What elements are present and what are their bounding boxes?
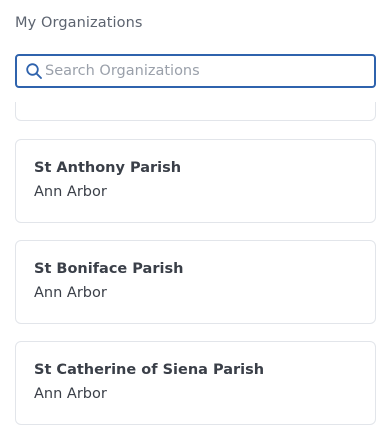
organization-card[interactable]: St Anthony Parish Ann Arbor bbox=[15, 139, 376, 223]
organization-name: St Boniface Parish bbox=[34, 261, 184, 277]
organization-name: St Anthony Parish bbox=[34, 160, 182, 176]
organization-card[interactable]: St Boniface Parish Ann Arbor bbox=[15, 240, 376, 324]
organization-card[interactable] bbox=[15, 102, 376, 121]
organization-city: Ann Arbor bbox=[34, 386, 107, 402]
organization-city: Ann Arbor bbox=[34, 285, 107, 301]
organization-name: St Catherine of Siena Parish bbox=[34, 362, 265, 378]
organizations-panel: My Organizations St Anthony Parish Ann A… bbox=[0, 0, 389, 439]
organization-card[interactable]: St Catherine of Siena Parish Ann Arbor bbox=[15, 341, 376, 425]
organization-list: St Anthony Parish Ann Arbor St Boniface … bbox=[15, 102, 376, 439]
search-icon bbox=[25, 62, 43, 80]
search-input[interactable] bbox=[45, 57, 365, 85]
search-box[interactable] bbox=[15, 54, 376, 88]
organization-city: Ann Arbor bbox=[34, 184, 107, 200]
section-title: My Organizations bbox=[15, 15, 143, 31]
